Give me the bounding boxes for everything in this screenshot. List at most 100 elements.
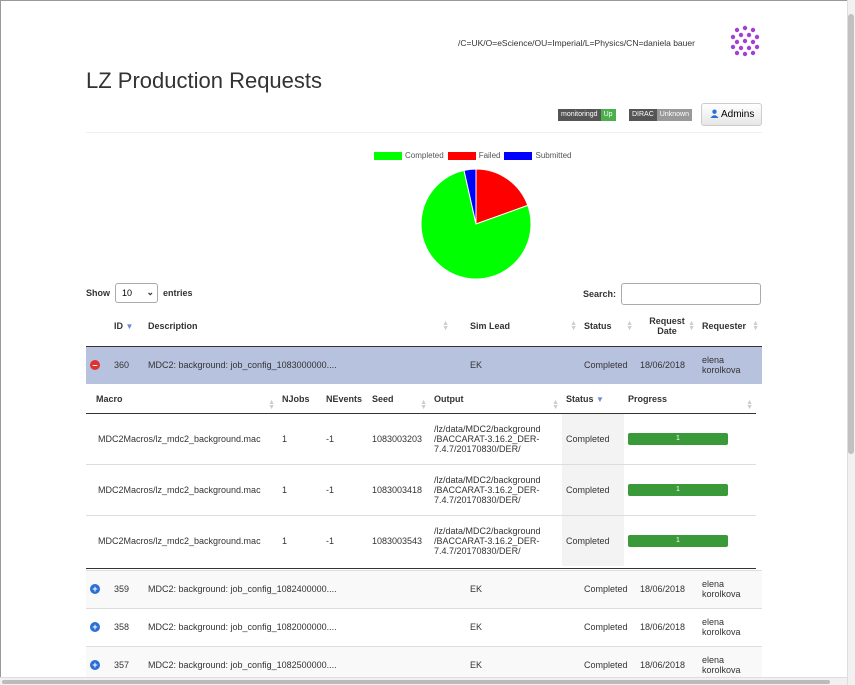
- cell-sim-lead: EK: [452, 569, 580, 608]
- col-toggle: [86, 307, 110, 347]
- cell-seed: 1083003543: [368, 514, 430, 566]
- cell-status: Completed: [580, 345, 636, 384]
- show-label: Show: [86, 288, 110, 298]
- entries-label: entries: [163, 288, 193, 298]
- legend-swatch-completed: [374, 151, 402, 160]
- expand-icon[interactable]: +: [90, 584, 100, 594]
- cell-requester: elena korolkova: [698, 345, 762, 384]
- status-badge-monitoringd: monitoringd Up: [558, 109, 616, 121]
- row-toggle[interactable]: +: [86, 607, 110, 646]
- sort-icon: ▲ ▼: [268, 399, 275, 411]
- legend-label-completed: Completed: [405, 151, 444, 160]
- cell-requester: elena korolkova: [698, 607, 762, 646]
- cell-macro: MDC2Macros/lz_mdc2_background.mac: [86, 412, 278, 464]
- row-toggle[interactable]: –: [86, 345, 110, 384]
- sub-col-njobs-label: NJobs: [282, 394, 310, 405]
- sub-col-seed-label: Seed: [372, 394, 394, 405]
- horizontal-scrollbar[interactable]: [0, 677, 847, 685]
- avatar-identicon: [730, 25, 760, 57]
- chart-legend: Completed Failed Submitted: [370, 151, 572, 160]
- cell-seed: 1083003203: [368, 412, 430, 464]
- cell-njobs: 1: [278, 412, 322, 464]
- col-id[interactable]: ID ▼: [110, 307, 144, 347]
- sub-col-progress[interactable]: Progress ▲ ▼: [624, 386, 756, 414]
- table-row[interactable]: – 360 MDC2: background: job_config_10830…: [86, 345, 762, 384]
- cell-date: 18/06/2018: [636, 345, 698, 384]
- cell-id: 359: [110, 569, 144, 608]
- sub-col-seed[interactable]: Seed ▲ ▼: [368, 386, 430, 414]
- vertical-scroll-thumb[interactable]: [848, 14, 854, 454]
- sort-icon: ▲ ▼: [552, 399, 559, 411]
- sort-desc-icon: ▼: [125, 322, 134, 332]
- expand-icon[interactable]: +: [90, 622, 100, 632]
- col-sim-lead[interactable]: Sim Lead ▲ ▼: [452, 307, 580, 347]
- sort-icon: ▲ ▼: [420, 399, 427, 411]
- progress-bar: 1: [628, 483, 728, 496]
- sub-col-nevents-label: NEvents: [326, 394, 363, 405]
- search-control: Search:: [583, 283, 762, 305]
- cell-njobs: 1: [278, 463, 322, 515]
- sort-icon: ▲ ▼: [570, 320, 577, 332]
- sub-col-status[interactable]: Status ▼: [562, 386, 624, 414]
- sort-icon: ▲ ▼: [626, 320, 633, 332]
- cell-description: MDC2: background: job_config_1083000000.…: [144, 345, 452, 384]
- entries-control: Show 10 ⌄ entries: [86, 283, 193, 303]
- vertical-scrollbar[interactable]: [847, 0, 855, 685]
- cell-macro: MDC2Macros/lz_mdc2_background.mac: [86, 463, 278, 515]
- badge-value: Up: [600, 109, 616, 121]
- cell-status: Completed: [562, 412, 624, 464]
- cell-progress: 1: [624, 514, 756, 566]
- cell-id: 358: [110, 607, 144, 646]
- sub-col-output-label: Output: [434, 394, 464, 405]
- legend-label-failed: Failed: [478, 151, 501, 160]
- cell-progress: 1: [624, 463, 756, 515]
- cell-progress: 1: [624, 412, 756, 464]
- cell-date: 18/06/2018: [636, 569, 698, 608]
- entries-select[interactable]: 10: [115, 283, 158, 303]
- job-row: MDC2Macros/lz_mdc2_background.mac 1 -1 1…: [86, 463, 756, 515]
- admins-button[interactable]: Admins: [701, 103, 762, 126]
- col-status[interactable]: Status ▲ ▼: [580, 307, 636, 347]
- sub-col-status-label: Status: [566, 394, 594, 405]
- sort-icon: ▲ ▼: [746, 399, 753, 411]
- collapse-icon[interactable]: –: [90, 360, 100, 371]
- col-request-date[interactable]: Request Date ▲ ▼: [636, 307, 698, 347]
- sort-icon: ▲ ▼: [442, 320, 449, 332]
- table-row[interactable]: + 358 MDC2: background: job_config_10820…: [86, 607, 762, 646]
- sub-col-output[interactable]: Output ▲ ▼: [430, 386, 562, 414]
- cell-output: /lz/data/MDC2/background /BACCARAT-3.16.…: [430, 514, 562, 566]
- row-toggle[interactable]: +: [86, 569, 110, 608]
- cell-njobs: 1: [278, 514, 322, 566]
- job-row: MDC2Macros/lz_mdc2_background.mac 1 -1 1…: [86, 412, 756, 464]
- col-description[interactable]: Description ▲ ▼: [144, 307, 452, 347]
- cell-status: Completed: [580, 607, 636, 646]
- col-requester[interactable]: Requester ▲ ▼: [698, 307, 762, 347]
- sub-col-progress-label: Progress: [628, 394, 668, 405]
- cell-output: /lz/data/MDC2/background /BACCARAT-3.16.…: [430, 412, 562, 464]
- user-icon: [710, 109, 719, 118]
- table-row[interactable]: + 359 MDC2: background: job_config_10824…: [86, 569, 762, 608]
- progress-bar: 1: [628, 432, 728, 445]
- sub-col-nevents[interactable]: NEvents: [322, 386, 368, 414]
- search-input[interactable]: [621, 283, 762, 305]
- user-dn: /C=UK/O=eScience/OU=Imperial/L=Physics/C…: [458, 38, 695, 48]
- cell-status: Completed: [580, 569, 636, 608]
- sub-col-macro-label: Macro: [96, 394, 123, 405]
- search-label: Search:: [583, 289, 617, 299]
- cell-macro: MDC2Macros/lz_mdc2_background.mac: [86, 514, 278, 566]
- cell-date: 18/06/2018: [636, 607, 698, 646]
- cell-description: MDC2: background: job_config_1082000000.…: [144, 607, 452, 646]
- col-sim-lead-label: Sim Lead: [470, 321, 511, 332]
- sub-col-macro[interactable]: Macro ▲ ▼: [86, 386, 278, 414]
- status-pie-chart: [420, 168, 532, 280]
- cell-id: 360: [110, 345, 144, 384]
- cell-nevents: -1: [322, 514, 368, 566]
- col-id-label: ID: [114, 321, 123, 332]
- sub-table-bottom-border: [86, 568, 756, 569]
- divider: [86, 132, 762, 133]
- sort-desc-icon: ▼: [596, 395, 604, 405]
- sub-col-njobs[interactable]: NJobs: [278, 386, 322, 414]
- horizontal-scroll-thumb[interactable]: [2, 680, 830, 684]
- expand-icon[interactable]: +: [90, 660, 100, 671]
- cell-output: /lz/data/MDC2/background /BACCARAT-3.16.…: [430, 463, 562, 515]
